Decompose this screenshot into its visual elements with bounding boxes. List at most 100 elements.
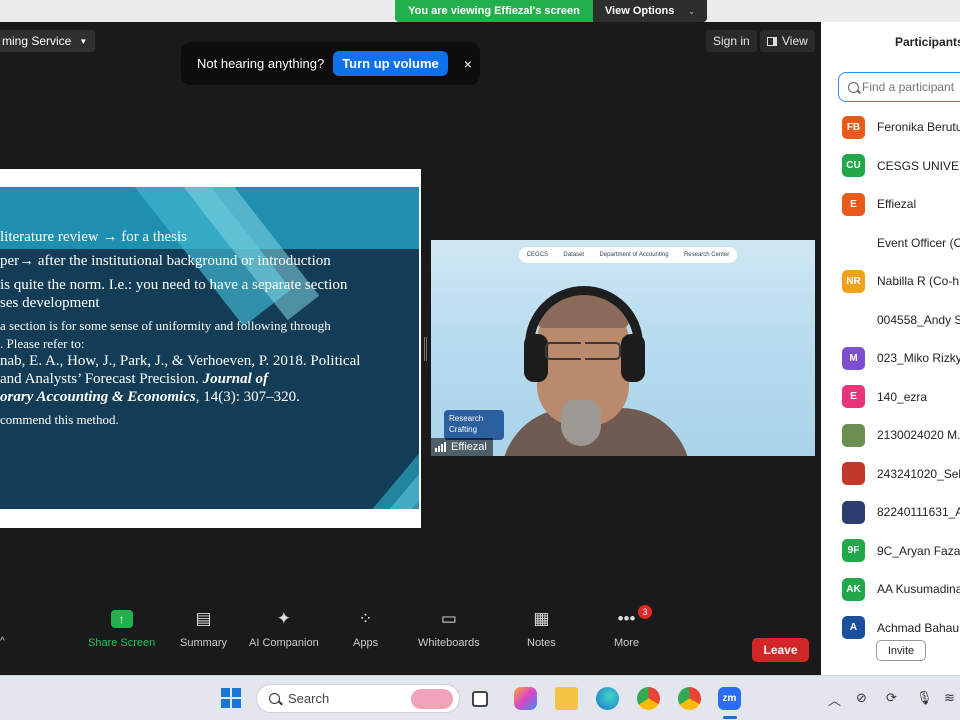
taskbar-search[interactable]: Search <box>256 684 460 713</box>
participant-row[interactable]: FB Feronika Berutu <box>821 108 960 147</box>
avatar: NR <box>842 269 865 293</box>
more-dots-icon: ••• <box>617 609 636 628</box>
participant-row[interactable]: NR Nabilla R (Co-h <box>821 262 960 301</box>
participant-row[interactable]: 2130024020 M. <box>821 416 960 455</box>
sign-in-button[interactable]: Sign in <box>706 30 757 52</box>
invite-button[interactable]: Invite <box>876 640 926 661</box>
active-app-indicator <box>723 716 737 719</box>
sync-icon[interactable]: ⟳ <box>886 690 897 706</box>
streaming-service-dropdown[interactable]: ming Service ▼ <box>0 30 96 52</box>
wifi-icon[interactable]: ≋ <box>944 690 955 706</box>
task-view-icon[interactable] <box>472 691 488 707</box>
participant-row[interactable]: 243241020_Self <box>821 455 960 494</box>
avatar <box>842 500 865 524</box>
share-screen-icon: ↑ <box>110 607 134 631</box>
microphone-icon[interactable]: 🎙 <box>916 690 933 706</box>
view-button[interactable]: View <box>760 30 815 52</box>
view-banner: You are viewing Effiezal's screen View O… <box>395 0 707 22</box>
participant-list: FB Feronika Berutu CU CESGS UNIVER E Effiezal… <box>821 108 960 647</box>
whiteboards-button[interactable]: ▭ Whiteboards <box>418 607 480 649</box>
participant-name: 2130024020 M. <box>877 428 960 443</box>
slide-line: per→ after the institutional background … <box>0 253 331 269</box>
logo-text: CEGCS <box>526 252 549 258</box>
sparkle-icon: ✦ <box>276 609 291 628</box>
participant-row[interactable]: AK AA Kusumadina <box>821 570 960 609</box>
avatar <box>842 462 865 486</box>
file-explorer-icon[interactable] <box>555 687 578 710</box>
participant-name: AA Kusumadina <box>877 582 960 597</box>
more-button[interactable]: ••• 3 More <box>614 605 652 649</box>
participant-row[interactable]: E 140_ezra <box>821 378 960 417</box>
apps-button[interactable]: ⁘ Apps <box>353 607 378 649</box>
ai-companion-button[interactable]: ✦ AI Companion <box>249 607 319 649</box>
splitter-handle[interactable] <box>424 337 427 361</box>
edge-browser-icon[interactable] <box>596 687 619 710</box>
meeting-toolbar: ^ ↑ Share Screen ▤ Summary ✦ AI Companio… <box>0 602 821 675</box>
viewing-screen-label: You are viewing Effiezal's screen <box>395 0 593 22</box>
chevron-up-icon[interactable]: ^ <box>0 636 5 647</box>
chrome-icon[interactable] <box>637 687 660 710</box>
turn-up-volume-button[interactable]: Turn up volume <box>333 51 448 76</box>
chevron-up-icon[interactable]: ︿ <box>828 690 841 709</box>
windows-start-icon[interactable] <box>221 688 241 708</box>
logo-text: Research Center <box>683 252 730 258</box>
caret-down-icon: ▼ <box>79 36 88 46</box>
share-screen-button[interactable]: ↑ Share Screen <box>88 607 155 649</box>
participant-row[interactable]: Event Officer (C <box>821 224 960 263</box>
summary-button[interactable]: ▤ Summary <box>180 607 227 649</box>
whiteboards-label: Whiteboards <box>418 637 480 649</box>
slide-journal-suffix: , 14(3): 307–320. <box>195 389 300 405</box>
search-icon <box>269 693 280 704</box>
taskbar-search-label: Search <box>288 691 330 706</box>
ai-companion-label: AI Companion <box>249 637 319 649</box>
participant-search-input[interactable] <box>862 80 960 94</box>
banner-line: Research <box>449 414 484 423</box>
apps-label: Apps <box>353 637 379 649</box>
signal-bars-icon <box>435 442 446 452</box>
participant-name: 243241020_Self <box>877 466 960 481</box>
participant-row[interactable]: M 023_Miko Rizky <box>821 339 960 378</box>
chrome-profile-icon[interactable] <box>678 687 701 710</box>
participants-title: Participants <box>895 35 960 49</box>
slide-line-text: and Analysts’ Forecast Precision. <box>0 371 199 387</box>
logo-text: Department of Accounting <box>599 252 669 258</box>
notes-icon: ▦ <box>533 609 550 628</box>
slide-line: orary Accounting & Economics, 14(3): 307… <box>0 389 300 406</box>
network-off-icon[interactable]: ⊘ <box>856 690 867 706</box>
close-icon[interactable]: × <box>464 56 472 72</box>
slide-line: is quite the norm. I.e.: you need to hav… <box>0 277 348 293</box>
participant-row[interactable]: 9F 9C_Aryan Faza <box>821 532 960 571</box>
participant-search[interactable] <box>838 72 960 102</box>
search-highlight-image <box>411 689 453 709</box>
whiteboard-icon: ▭ <box>440 609 457 628</box>
participant-name: CESGS UNIVER <box>877 158 960 173</box>
meeting-area: ming Service ▼ Not hearing anything? Tur… <box>0 22 821 675</box>
slide-journal-prefix: Journal of <box>202 371 269 387</box>
slide-line: commend this method. <box>0 412 119 427</box>
slide-line: . Please refer to: <box>0 336 85 351</box>
participant-row[interactable]: 82240111631_A <box>821 493 960 532</box>
share-screen-label: Share Screen <box>88 637 156 649</box>
participant-name: Effiezal <box>451 441 487 453</box>
participant-row[interactable]: 004558_Andy S <box>821 301 960 340</box>
participant-row[interactable]: E Effiezal <box>821 185 960 224</box>
slide-line: ses development <box>0 295 100 311</box>
slide-content: literature review → for a thesis per→ af… <box>0 187 419 509</box>
participant-video[interactable]: CEGCS Dataset Department of Accounting R… <box>431 240 815 456</box>
participant-name: Nabilla R (Co-h <box>877 274 960 289</box>
avatar: E <box>842 385 865 409</box>
banner-line: Crafting <box>449 425 478 434</box>
participant-row[interactable]: CU CESGS UNIVER <box>821 147 960 186</box>
participant-name: Effiezal <box>877 197 917 212</box>
notes-button[interactable]: ▦ Notes <box>527 607 556 649</box>
view-options-button[interactable]: View Options ⌄ <box>593 0 707 22</box>
avatar: M <box>842 346 865 370</box>
copilot-icon[interactable] <box>514 687 537 710</box>
leave-button[interactable]: Leave <box>752 638 809 662</box>
participants-panel: Participants FB Feronika Berutu CU CESGS UN… <box>821 22 960 675</box>
zoom-app-icon[interactable]: zm <box>718 687 741 710</box>
more-label: More <box>614 637 640 649</box>
participant-name: Feronika Berutu <box>877 120 960 135</box>
slide-line: literature review → for a thesis <box>0 229 188 245</box>
avatar <box>842 423 865 447</box>
